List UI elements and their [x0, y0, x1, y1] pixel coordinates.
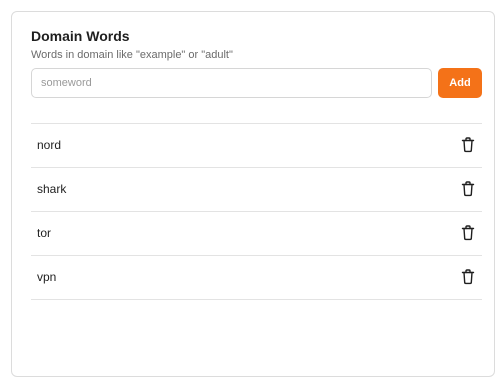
- add-button[interactable]: Add: [438, 68, 482, 98]
- domain-words-card: Domain Words Words in domain like "examp…: [11, 11, 495, 377]
- trash-icon: [461, 225, 475, 241]
- word-row: tor: [31, 212, 482, 256]
- word-text: nord: [37, 138, 62, 152]
- word-text: tor: [37, 226, 52, 240]
- word-input[interactable]: [31, 68, 432, 98]
- delete-word-button[interactable]: [460, 268, 476, 286]
- trash-icon: [461, 181, 475, 197]
- trash-icon: [461, 269, 475, 285]
- delete-word-button[interactable]: [460, 136, 476, 154]
- word-row: shark: [31, 168, 482, 212]
- word-row: nord: [31, 124, 482, 168]
- delete-word-button[interactable]: [460, 224, 476, 242]
- word-text: vpn: [37, 270, 57, 284]
- card-title: Domain Words: [31, 28, 130, 44]
- word-row: vpn: [31, 256, 482, 300]
- word-text: shark: [37, 182, 67, 196]
- card-description: Words in domain like "example" or "adult…: [31, 49, 233, 61]
- word-list: nord shark tor vpn: [31, 123, 482, 300]
- delete-word-button[interactable]: [460, 180, 476, 198]
- trash-icon: [461, 137, 475, 153]
